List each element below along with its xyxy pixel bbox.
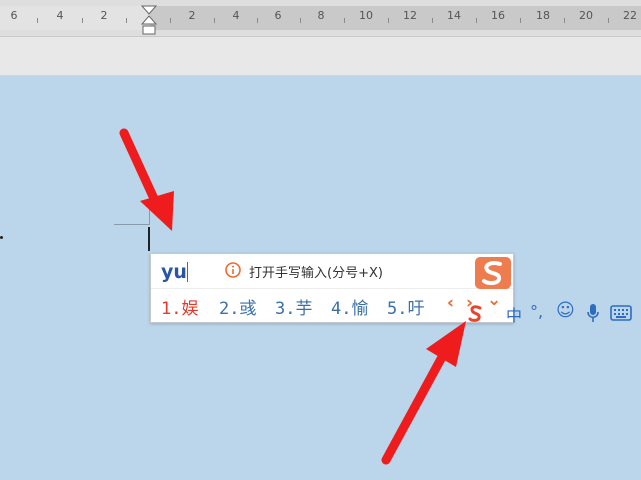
ruler-tick-label: 8 bbox=[317, 9, 325, 22]
chinese-mode-toggle[interactable]: 中 bbox=[506, 302, 522, 326]
ruler-tick-label: 22 bbox=[623, 9, 637, 22]
microphone-icon[interactable] bbox=[586, 303, 600, 323]
ruler-tick-label: 4 bbox=[56, 9, 64, 22]
ruler-tick bbox=[476, 18, 477, 23]
margin-dot bbox=[0, 236, 3, 239]
sogou-logo-icon bbox=[475, 257, 511, 289]
indent-marker-icon[interactable] bbox=[141, 4, 157, 36]
ruler-tick-label: 12 bbox=[403, 9, 417, 22]
ruler-text-area bbox=[150, 6, 641, 30]
ime-cursor bbox=[187, 262, 188, 282]
ruler-tick-label: 6 bbox=[274, 9, 282, 22]
red-arrow-annotation-bottom bbox=[381, 321, 466, 465]
ruler-tick bbox=[564, 18, 565, 23]
ruler-tick-label: 20 bbox=[579, 9, 593, 22]
info-icon[interactable] bbox=[225, 262, 241, 278]
horizontal-ruler: 6 4 2 2 4 6 8 10 12 14 16 18 20 22 bbox=[0, 0, 641, 37]
ime-candidate-window: yu 打开手写输入(分号+X) 1.娱 2.彧 3.芋 4.愉 5.吁 ‹ › … bbox=[150, 253, 514, 323]
ruler-tick bbox=[170, 18, 171, 23]
candidate-4[interactable]: 4.愉 bbox=[331, 294, 368, 319]
ruler-tick bbox=[126, 18, 127, 23]
ime-divider bbox=[151, 288, 513, 289]
candidate-1[interactable]: 1.娱 bbox=[161, 294, 198, 319]
red-arrow-annotation-top bbox=[119, 128, 174, 231]
handwriting-hint-link[interactable]: 打开手写输入(分号+X) bbox=[249, 262, 383, 281]
ruler-tick bbox=[300, 18, 301, 23]
ruler-tick bbox=[37, 18, 38, 23]
pinyin-input: yu bbox=[161, 261, 187, 283]
ruler-gap-band bbox=[0, 37, 641, 76]
candidate-3[interactable]: 3.芋 bbox=[275, 294, 312, 319]
ruler-tick-label: 10 bbox=[359, 9, 373, 22]
ruler-tick-label: 2 bbox=[188, 9, 196, 22]
candidate-2[interactable]: 2.彧 bbox=[219, 294, 256, 319]
ruler-tick bbox=[214, 18, 215, 23]
ruler-tick-label: 6 bbox=[10, 9, 18, 22]
ruler-tick bbox=[82, 18, 83, 23]
ruler-tick bbox=[520, 18, 521, 23]
ruler-tick bbox=[344, 18, 345, 23]
prev-page-icon[interactable]: ‹ bbox=[447, 293, 454, 313]
punctuation-toggle[interactable]: °, bbox=[530, 302, 543, 321]
emoji-icon[interactable]: ☺ bbox=[556, 300, 575, 321]
ruler-tick-label: 2 bbox=[100, 9, 108, 22]
ruler-tick-label: 18 bbox=[536, 9, 550, 22]
ruler-tick bbox=[432, 18, 433, 23]
keyboard-icon[interactable] bbox=[610, 305, 632, 321]
ruler-tick-label: 14 bbox=[447, 9, 461, 22]
ruler-tick bbox=[608, 18, 609, 23]
ruler-tick bbox=[257, 18, 258, 23]
ruler-tick-label: 16 bbox=[491, 9, 505, 22]
ruler-tick-label: 4 bbox=[232, 9, 240, 22]
ruler-tick bbox=[388, 18, 389, 23]
ime-status-toolbar: 中 °, ☺ ⌨ 🎤 bbox=[468, 300, 641, 326]
